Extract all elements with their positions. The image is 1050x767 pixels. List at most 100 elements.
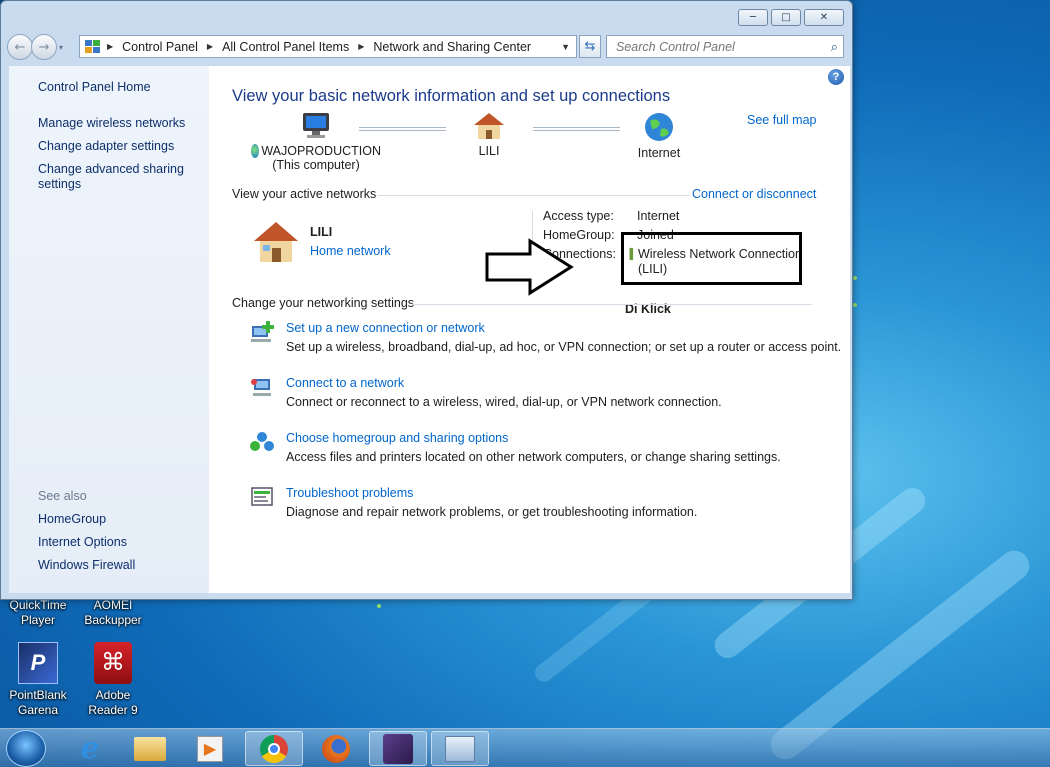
search-icon[interactable]: ⌕ (831, 39, 838, 55)
homegroup-icon (250, 432, 274, 451)
desktop-icon-pointblank[interactable]: P PointBlank Garena (3, 642, 73, 718)
breadcrumb-separator[interactable]: ▶ (358, 42, 364, 51)
search-input[interactable]: Search Control Panel ⌕ (606, 35, 844, 58)
help-icon[interactable]: ? (828, 69, 844, 85)
task-homegroup: Choose homegroup and sharing options Acc… (286, 431, 781, 464)
main-panel: ? View your basic network information an… (209, 66, 850, 593)
annotation-highlight-box (621, 232, 802, 285)
task-setup-connection: Set up a new connection or network Set u… (286, 321, 841, 354)
network-type-link[interactable]: Home network (310, 244, 391, 258)
sidebar-advanced-sharing[interactable]: Change advanced sharing settings (38, 162, 188, 192)
desktop-icon-quicktime[interactable]: QuickTime Player (3, 598, 73, 628)
network-globe-small-icon (251, 144, 260, 158)
sidebar-homegroup[interactable]: HomeGroup (38, 512, 198, 527)
back-arrow-icon: ← (14, 39, 26, 55)
sidebar-change-adapter[interactable]: Change adapter settings (38, 139, 198, 154)
home-network-icon (254, 222, 298, 262)
globe-icon (645, 113, 673, 141)
control-panel-icon (85, 39, 101, 54)
address-bar[interactable]: ▶ Control Panel ▶ All Control Panel Item… (79, 35, 577, 58)
breadcrumb-network-center[interactable]: Network and Sharing Center (373, 40, 531, 54)
minimize-button[interactable]: ─ (738, 9, 768, 26)
adobe-reader-icon: ⌘ (94, 642, 132, 684)
navigation-bar: ← → ▾ ▶ Control Panel ▶ All Control Pane… (7, 33, 846, 61)
computer-name: WAJOPRODUCTION (261, 144, 381, 158)
see-also-heading: See also (38, 489, 87, 503)
windows-explorer-icon[interactable] (121, 731, 179, 766)
breadcrumb-separator[interactable]: ▶ (107, 42, 113, 51)
address-dropdown-icon[interactable]: ▼ (561, 42, 570, 52)
setup-connection-desc: Set up a wireless, broadband, dial-up, a… (286, 340, 842, 354)
sidebar-control-panel-home[interactable]: Control Panel Home (38, 80, 198, 95)
forward-button[interactable]: → (31, 34, 57, 60)
recent-pages-dropdown-icon[interactable]: ▾ (59, 43, 63, 52)
troubleshoot-desc: Diagnose and repair network problems, or… (286, 505, 698, 519)
map-network[interactable]: LILI (454, 111, 524, 158)
control-panel-icon[interactable] (431, 731, 489, 766)
connect-network-desc: Connect or reconnect to a wireless, wire… (286, 395, 722, 409)
annotation-arrow-icon (485, 238, 574, 296)
task-troubleshoot: Troubleshoot problems Diagnose and repai… (286, 486, 697, 519)
back-button[interactable]: ← (7, 34, 33, 60)
connect-or-disconnect-link[interactable]: Connect or disconnect (692, 187, 816, 201)
computer-icon (303, 113, 329, 138)
see-full-map-link[interactable]: See full map (747, 113, 816, 127)
sidebar-internet-options[interactable]: Internet Options (38, 535, 198, 550)
pointblank-icon: P (18, 642, 58, 684)
map-connector-line (359, 127, 446, 131)
forward-arrow-icon: → (38, 39, 50, 55)
connect-network-icon (251, 379, 271, 396)
active-networks-heading: View your active networks (232, 187, 377, 201)
refresh-button[interactable]: ⇆ (579, 35, 601, 58)
chrome-icon[interactable] (245, 731, 303, 766)
minimize-icon: ─ (749, 12, 757, 23)
computer-subtitle: (This computer) (272, 158, 360, 172)
desktop-wallpaper-dot (853, 303, 857, 307)
sidebar-windows-firewall[interactable]: Windows Firewall (38, 558, 198, 573)
internet-label: Internet (637, 146, 681, 160)
breadcrumb-separator[interactable]: ▶ (207, 42, 213, 51)
network-name: LILI (478, 144, 500, 158)
troubleshoot-link[interactable]: Troubleshoot problems (286, 486, 697, 500)
section-divider (378, 195, 690, 196)
task-connect-network: Connect to a network Connect or reconnec… (286, 376, 722, 409)
game-app-icon[interactable] (369, 731, 427, 766)
desktop-wallpaper-dot (853, 276, 857, 280)
firefox-icon[interactable] (307, 731, 365, 766)
caption-buttons: ─ □ ✕ (738, 9, 844, 26)
desktop-icon-label: Player (20, 613, 55, 627)
desktop-icon-label: Reader 9 (88, 703, 138, 717)
refresh-icon: ⇆ (584, 39, 596, 54)
settings-heading: Change your networking settings (232, 296, 415, 310)
left-sidebar: Control Panel Home Manage wireless netwo… (9, 66, 209, 593)
new-connection-icon (251, 321, 274, 342)
close-icon: ✕ (819, 12, 829, 23)
access-type-value: Internet (637, 209, 680, 223)
desktop-icon-label: Backupper (84, 613, 142, 627)
map-computer[interactable]: WAJOPRODUCTION (This computer) (251, 111, 381, 172)
map-connector-line (533, 127, 620, 131)
sidebar-manage-wireless[interactable]: Manage wireless networks (38, 116, 198, 131)
taskbar: e ▶ (0, 728, 1050, 767)
desktop-icon-label: Adobe (95, 688, 131, 702)
close-button[interactable]: ✕ (804, 9, 844, 26)
desktop-icon-label: AOMEI (93, 598, 133, 612)
map-internet[interactable]: Internet (624, 111, 694, 160)
home-network-icon (474, 113, 504, 139)
active-network-name: LILI (310, 225, 333, 239)
media-player-icon[interactable]: ▶ (181, 731, 239, 766)
maximize-icon: □ (781, 12, 791, 23)
desktop-icon-aomei[interactable]: AOMEI Backupper (78, 598, 148, 628)
breadcrumb-all-items[interactable]: All Control Panel Items (222, 40, 349, 54)
desktop-icon-adobe-reader[interactable]: ⌘ Adobe Reader 9 (78, 642, 148, 718)
section-divider (412, 304, 812, 305)
desktop-icon-label: QuickTime (9, 598, 67, 612)
breadcrumb-control-panel[interactable]: Control Panel (122, 40, 198, 54)
desktop-icon-label: Garena (17, 703, 59, 717)
maximize-button[interactable]: □ (771, 9, 801, 26)
setup-connection-link[interactable]: Set up a new connection or network (286, 321, 841, 335)
internet-explorer-icon[interactable]: e (61, 731, 119, 766)
homegroup-options-link[interactable]: Choose homegroup and sharing options (286, 431, 781, 445)
start-orb-icon[interactable] (6, 730, 46, 767)
connect-network-link[interactable]: Connect to a network (286, 376, 722, 390)
